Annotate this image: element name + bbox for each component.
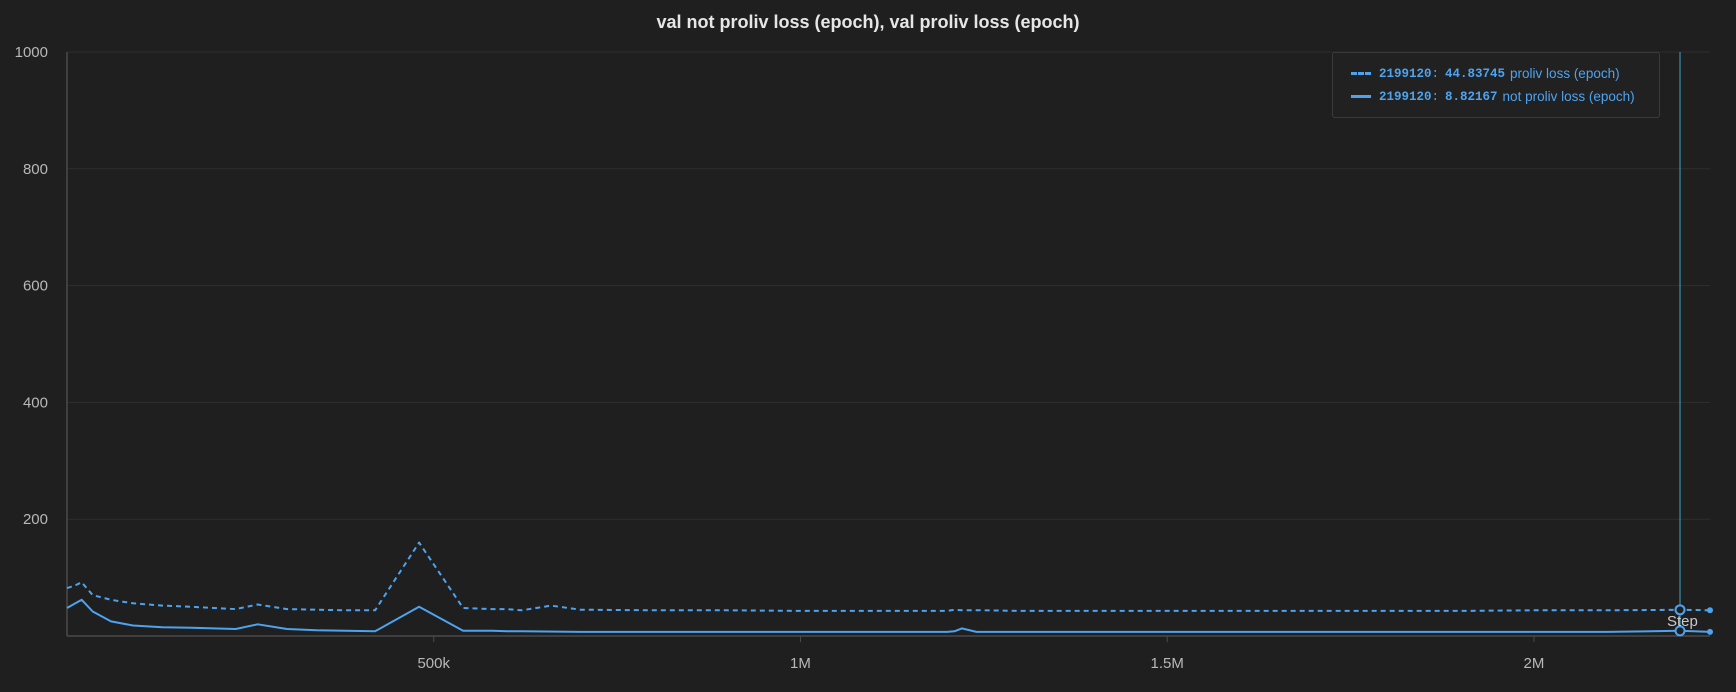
legend-entry-not-proliv[interactable]: 2199120 : 8.82167 not proliv loss (epoch…	[1351, 85, 1659, 108]
legend-series-value: 8.82167	[1445, 89, 1498, 104]
legend-entry-proliv[interactable]: 2199120 : 44.83745 proliv loss (epoch)	[1351, 62, 1659, 85]
legend-separator: :	[1431, 66, 1440, 81]
x-axis-label: Step	[1667, 613, 1698, 630]
dashed-line-swatch	[1351, 72, 1371, 75]
legend-step-value: 2199120	[1379, 89, 1432, 104]
x-tick-label: 1.5M	[1151, 655, 1184, 672]
y-tick-label: 200	[23, 511, 48, 528]
x-tick-label: 1M	[790, 655, 811, 672]
series-end-point	[1707, 607, 1713, 614]
y-tick-label: 400	[23, 394, 48, 411]
y-tick-label: 1000	[15, 44, 48, 61]
series-line-proliv[interactable]	[66, 541, 1711, 612]
legend-series-name: not proliv loss (epoch)	[1502, 89, 1635, 104]
solid-line-swatch	[1351, 95, 1371, 98]
x-tick-label: 2M	[1524, 655, 1545, 672]
y-tick-label: 800	[23, 161, 48, 178]
y-tick-label: 600	[23, 278, 48, 295]
legend-series-name: proliv loss (epoch)	[1510, 66, 1620, 81]
legend-step-value: 2199120	[1379, 66, 1432, 81]
legend-series-value: 44.83745	[1445, 66, 1506, 81]
series-line-not-proliv[interactable]	[66, 598, 1711, 633]
x-tick-label: 500k	[417, 655, 450, 672]
chart-legend: 2199120 : 44.83745 proliv loss (epoch) 2…	[1332, 52, 1660, 118]
chart-panel: val not proliv loss (epoch), val proliv …	[0, 0, 1736, 692]
series-end-point	[1707, 628, 1713, 635]
legend-separator: :	[1431, 89, 1440, 104]
